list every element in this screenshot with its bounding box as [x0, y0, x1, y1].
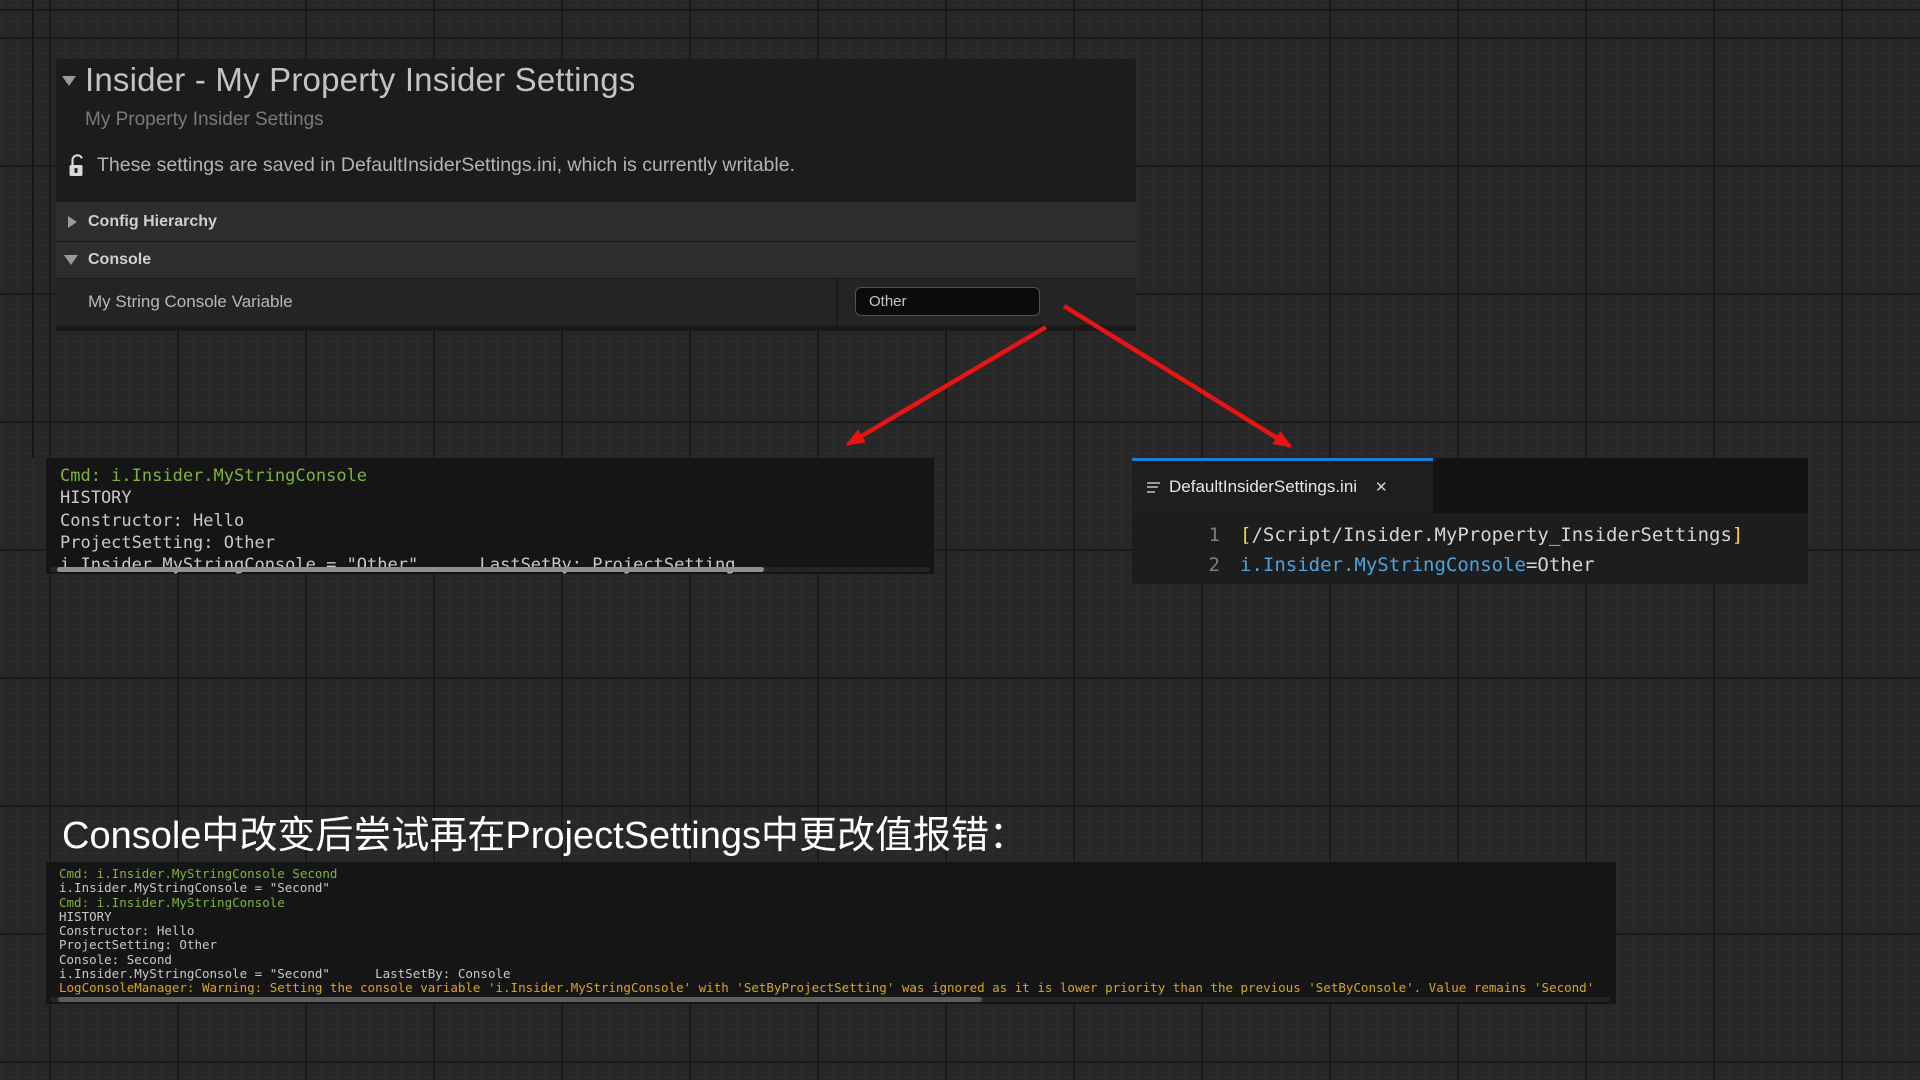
chevron-down-icon[interactable]: [64, 255, 78, 265]
log-line: ProjectSetting: Other: [60, 532, 934, 554]
tab-defaultinsidersettings[interactable]: DefaultInsiderSettings.ini ✕: [1132, 458, 1433, 513]
tab-title: DefaultInsiderSettings.ini: [1169, 477, 1357, 497]
console-output-panel: Cmd: i.Insider.MyStringConsole HISTORY C…: [46, 458, 934, 574]
grid-edge-horizontal: [0, 9, 1920, 11]
settings-header: Insider - My Property Insider Settings M…: [56, 59, 1136, 202]
log-line: LogConsoleManager: Warning: Setting the …: [59, 981, 1616, 995]
log-line: Constructor: Hello: [60, 510, 934, 532]
chevron-down-icon[interactable]: [62, 76, 76, 86]
log-line: HISTORY: [60, 487, 934, 509]
console-warning-panel: Cmd: i.Insider.MyStringConsole Second i.…: [46, 862, 1616, 1004]
editor-tab-bar: DefaultInsiderSettings.ini ✕: [1132, 458, 1808, 513]
annotation-caption: Console中改变后尝试再在ProjectSettings中更改值报错：: [62, 804, 1027, 859]
property-label: My String Console Variable: [88, 279, 293, 325]
section-config-hierarchy[interactable]: Config Hierarchy: [56, 202, 1136, 242]
page-subtitle: My Property Insider Settings: [85, 109, 324, 131]
log-line: HISTORY: [59, 910, 1616, 924]
save-notice: These settings are saved in DefaultInsid…: [97, 154, 795, 177]
unlock-icon: [69, 153, 86, 178]
log-line: i.Insider.MyStringConsole = "Other" Last…: [60, 554, 934, 576]
editor-code-area[interactable]: 1 [/Script/Insider.MyProperty_InsiderSet…: [1132, 513, 1808, 584]
log-line: i.Insider.MyStringConsole = "Second" Las…: [59, 967, 1616, 981]
section-label: Console: [88, 242, 151, 278]
close-icon[interactable]: ✕: [1375, 478, 1388, 496]
insider-settings-panel: Insider - My Property Insider Settings M…: [56, 59, 1136, 331]
log-line: ProjectSetting: Other: [59, 938, 1616, 952]
log-line: Cmd: i.Insider.MyStringConsole: [60, 465, 934, 487]
grid-edge-vertical: [32, 0, 34, 458]
section-label: Config Hierarchy: [88, 202, 217, 241]
editor-viewport: Insider - My Property Insider Settings M…: [0, 0, 1920, 1080]
ini-file-icon: [1147, 482, 1160, 493]
save-notice-row: These settings are saved in DefaultInsid…: [69, 153, 795, 178]
chevron-right-icon[interactable]: [68, 216, 77, 228]
code-line: 1 [/Script/Insider.MyProperty_InsiderSet…: [1132, 520, 1808, 550]
scrollbar-thumb[interactable]: [57, 567, 764, 572]
page-title: Insider - My Property Insider Settings: [85, 61, 635, 99]
arrow-to-console: [848, 327, 1046, 444]
log-line: Constructor: Hello: [59, 924, 1616, 938]
scrollbar-thumb[interactable]: [58, 997, 982, 1002]
log-line: Cmd: i.Insider.MyStringConsole: [59, 896, 1616, 910]
section-console[interactable]: Console: [56, 242, 1136, 279]
line-number: 2: [1132, 550, 1220, 580]
line-number: 3: [1132, 580, 1220, 584]
panel-bottom-strip: [56, 325, 1136, 331]
column-divider[interactable]: [836, 279, 838, 325]
property-row: My String Console Variable Other: [56, 279, 1136, 325]
code-line: 3: [1132, 580, 1808, 584]
ini-editor-panel: DefaultInsiderSettings.ini ✕ 1 [/Script/…: [1132, 458, 1808, 584]
code-line: 2 i.Insider.MyStringConsole=Other: [1132, 550, 1808, 580]
log-line: Console: Second: [59, 953, 1616, 967]
log-line: i.Insider.MyStringConsole = "Second": [59, 881, 1616, 895]
console-variable-input[interactable]: Other: [855, 287, 1040, 316]
log-line: Cmd: i.Insider.MyStringConsole Second: [59, 867, 1616, 881]
line-number: 1: [1132, 520, 1220, 550]
